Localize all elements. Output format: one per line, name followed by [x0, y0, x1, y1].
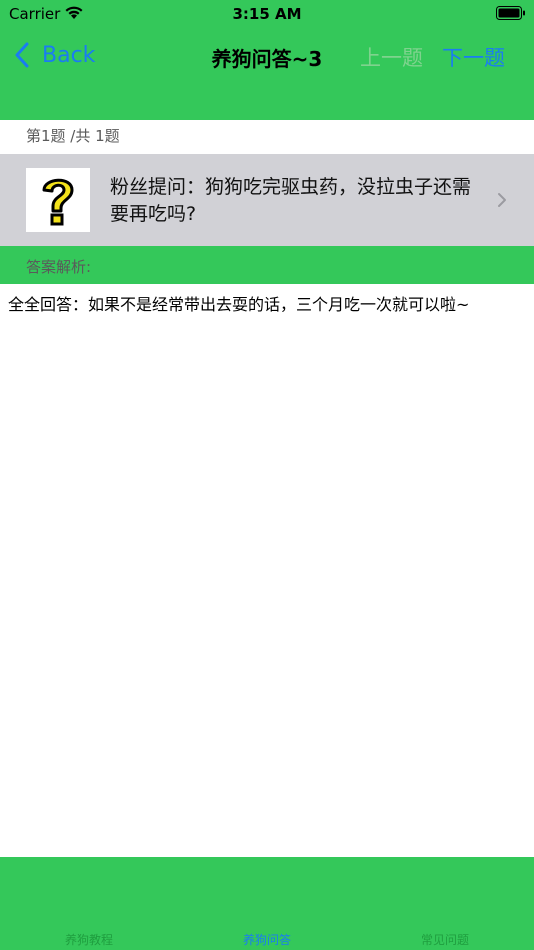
question-row[interactable]: 粉丝提问：狗狗吃完驱虫药，没拉虫子还需要再吃吗?: [0, 154, 534, 246]
battery-icon: [496, 6, 525, 20]
tab-dog-tutorials[interactable]: 养狗教程: [0, 931, 178, 948]
tab-bar: 养狗教程 养狗问答 常见问题: [0, 857, 534, 950]
question-mark-icon: [26, 168, 90, 232]
question-counter: 第1题 /共 1题: [26, 127, 120, 145]
answer-text: 全全回答：如果不是经常带出去耍的话，三个月吃一次就可以啦~: [8, 295, 470, 314]
tab-common-questions[interactable]: 常见问题: [356, 931, 534, 948]
status-time: 3:15 AM: [232, 5, 302, 23]
tab-dog-qa[interactable]: 养狗问答: [178, 931, 356, 948]
question-text: 粉丝提问：狗狗吃完驱虫药，没拉虫子还需要再吃吗?: [110, 176, 472, 225]
next-question-button[interactable]: 下一题: [442, 42, 505, 72]
chevron-right-icon: [498, 193, 506, 207]
navigation-bar: Back 养狗问答~3 上一题 下一题: [0, 30, 534, 120]
status-bar: Carrier 3:15 AM: [0, 0, 534, 30]
answer-header: 答案解析:: [0, 246, 534, 284]
previous-question-button[interactable]: 上一题: [360, 42, 423, 72]
answer-label: 答案解析:: [26, 258, 92, 276]
